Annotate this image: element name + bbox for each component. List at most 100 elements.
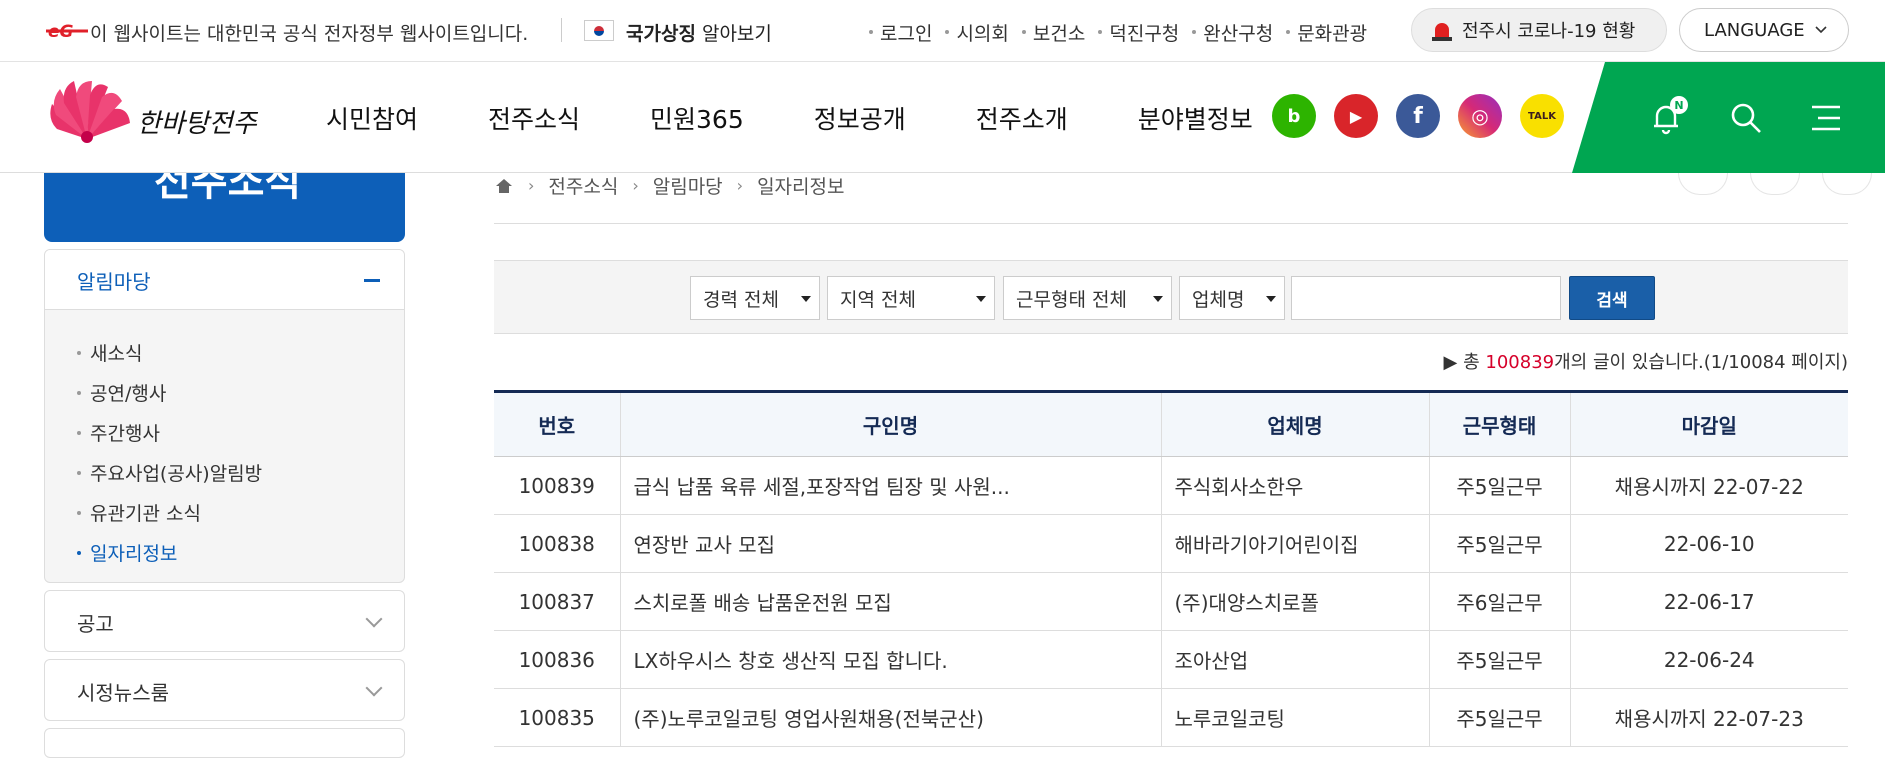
facebook-icon[interactable]: f <box>1396 94 1440 138</box>
worktype-select[interactable]: 근무형태 전체 <box>1003 276 1172 320</box>
nav-disclosure[interactable]: 정보공개 <box>814 100 906 136</box>
cell-deadline: 채용시까지 22-07-23 <box>1569 688 1848 747</box>
chevron-right-icon: › <box>736 176 744 195</box>
site-logo[interactable]: 한바탕전주 <box>42 79 262 159</box>
cell-number: 100838 <box>494 514 620 573</box>
career-select[interactable]: 경력 전체 <box>690 276 820 320</box>
region-select[interactable]: 지역 전체 <box>827 276 995 320</box>
corona-status-button[interactable]: 전주시 코로나-19 현황 <box>1411 8 1667 52</box>
sidebar-item-projects[interactable]: 주요사업(공사)알림방 <box>45 452 404 492</box>
menu-button[interactable] <box>1808 100 1844 136</box>
table-row[interactable]: 100837 스치로폴 배송 납품운전원 모집 (주)대양스치로폴 주6일근무 … <box>494 572 1848 631</box>
worktype-select-value: 근무형태 전체 <box>1016 288 1127 311</box>
divider <box>494 223 1848 224</box>
cell-company: 노루코일코팅 <box>1160 688 1429 747</box>
chevron-right-icon: › <box>632 176 639 195</box>
sidebar-item-weekly[interactable]: 주간행사 <box>45 412 404 452</box>
cell-number: 100836 <box>494 630 620 689</box>
sidebar-item-news[interactable]: 새소식 <box>45 332 404 372</box>
chevron-down-icon <box>1815 26 1827 34</box>
sidebar-submenu: 새소식 공연/행사 주간행사 주요사업(공사)알림방 유관기관 소식 일자리정보 <box>45 310 404 572</box>
language-button[interactable]: LANGUAGE <box>1679 8 1849 52</box>
sidebar-menu-label: 시정뉴스룸 <box>77 681 169 705</box>
table-row[interactable]: 100838 연장반 교사 모집 해바라기아기어린이집 주5일근무 22-06-… <box>494 514 1848 573</box>
nav-citizen[interactable]: 시민참여 <box>326 100 418 136</box>
cell-company: 주식회사소한우 <box>1160 456 1429 515</box>
minus-icon <box>364 279 380 282</box>
breadcrumb-item[interactable]: 알림마당 <box>653 172 723 199</box>
nav-news[interactable]: 전주소식 <box>488 100 580 136</box>
nav-civil[interactable]: 민원365 <box>650 100 744 136</box>
sidebar-item-jobs[interactable]: 일자리정보 <box>45 532 404 572</box>
instagram-icon[interactable]: ◎ <box>1458 94 1502 138</box>
egov-logo-icon: eG <box>46 22 88 42</box>
table-row[interactable]: 100835 (주)노루코일코팅 영업사원채용(전북군산) 노루코일코팅 주5일… <box>494 688 1848 747</box>
utility-panel: N <box>1572 62 1885 173</box>
cell-deadline: 22-06-10 <box>1569 514 1848 573</box>
cell-title-link[interactable]: 급식 납품 육류 세절,포장작업 팀장 및 사원... <box>619 456 1161 515</box>
table-row[interactable]: 100839 급식 납품 육류 세절,포장작업 팀장 및 사원... 주식회사소… <box>494 456 1848 515</box>
fan-logo-icon <box>50 81 130 143</box>
svg-text:eG: eG <box>48 22 74 42</box>
blog-icon[interactable]: b <box>1272 94 1316 138</box>
search-button[interactable] <box>1728 100 1764 136</box>
top-link-login[interactable]: 로그인 <box>868 19 944 46</box>
search-button[interactable]: 검색 <box>1569 276 1655 320</box>
youtube-icon[interactable]: ▶ <box>1334 94 1378 138</box>
home-icon[interactable] <box>494 176 514 196</box>
kakaotalk-icon[interactable]: TALK <box>1520 94 1564 138</box>
search-bar: 경력 전체 지역 전체 근무형태 전체 업체명 검색 <box>494 260 1848 334</box>
chevron-down-icon <box>365 610 383 628</box>
link-icon[interactable] <box>1750 173 1800 195</box>
cell-company: (주)대양스치로폴 <box>1160 572 1429 631</box>
chevron-right-icon: › <box>528 176 535 195</box>
utility-icons <box>1678 173 1872 195</box>
notification-button[interactable]: N <box>1648 96 1688 136</box>
search-icon <box>1731 103 1761 133</box>
sidebar-menu-announcements[interactable]: 공고 <box>44 590 405 652</box>
youtube-glyph: ▶ <box>1349 106 1363 126</box>
cell-title-link[interactable]: (주)노루코일코팅 영업사원채용(전북군산) <box>619 688 1161 747</box>
sidebar-menu-head[interactable]: 알림마당 <box>45 250 404 310</box>
national-symbol-link[interactable]: 국가상징 알아보기 <box>626 19 772 46</box>
breadcrumb: › 전주소식 › 알림마당 › 일자리정보 <box>494 172 844 199</box>
field-select-value: 업체명 <box>1192 288 1245 311</box>
top-link-wansan[interactable]: 완산구청 <box>1191 19 1285 46</box>
share-icon[interactable] <box>1678 173 1728 195</box>
sidebar-menu-newsroom[interactable]: 시정뉴스룸 <box>44 659 405 721</box>
print-icon[interactable] <box>1822 173 1872 195</box>
top-link-deokjin[interactable]: 덕진구청 <box>1097 19 1191 46</box>
search-input[interactable] <box>1291 276 1561 320</box>
cell-worktype: 주5일근무 <box>1428 688 1570 747</box>
cell-company: 조아산업 <box>1160 630 1429 689</box>
symbol-rest: 알아보기 <box>695 23 772 45</box>
sidebar-item-agencies[interactable]: 유관기관 소식 <box>45 492 404 532</box>
nav-fields[interactable]: 분야별정보 <box>1138 100 1253 136</box>
notification-badge: N <box>1670 96 1688 114</box>
korean-flag-icon <box>584 20 614 41</box>
top-link-council[interactable]: 시의회 <box>944 19 1020 46</box>
field-select[interactable]: 업체명 <box>1179 276 1285 320</box>
sidebar-menu-next[interactable] <box>44 728 405 758</box>
gov-notice: 이 웹사이트는 대한민국 공식 전자정부 웹사이트입니다. <box>90 23 529 45</box>
total-prefix: ▶ 총 <box>1443 352 1486 373</box>
col-header-worktype: 근무형태 <box>1428 391 1570 457</box>
blog-glyph: b <box>1287 105 1301 127</box>
breadcrumb-item[interactable]: 전주소식 <box>548 172 618 199</box>
cell-title-link[interactable]: 스치로폴 배송 납품운전원 모집 <box>619 572 1161 631</box>
sidebar-menu-notices: 알림마당 새소식 공연/행사 주간행사 주요사업(공사)알림방 유관기관 소식 … <box>44 249 405 583</box>
cell-worktype: 주5일근무 <box>1428 514 1570 573</box>
sidebar-item-events[interactable]: 공연/행사 <box>45 372 404 412</box>
job-table: 번호 구인명 업체명 근무형태 마감일 100839 급식 납품 육류 세절,포… <box>494 390 1848 747</box>
career-select-value: 경력 전체 <box>703 288 779 311</box>
top-link-health[interactable]: 보건소 <box>1021 19 1097 46</box>
nav-about[interactable]: 전주소개 <box>976 100 1068 136</box>
breadcrumb-current: 일자리정보 <box>757 176 845 198</box>
cell-worktype: 주5일근무 <box>1428 456 1570 515</box>
cell-number: 100839 <box>494 456 620 515</box>
cell-title-link[interactable]: 연장반 교사 모집 <box>619 514 1161 573</box>
cell-title-link[interactable]: LX하우시스 창호 생산직 모집 합니다. <box>619 630 1161 689</box>
total-count: ▶ 총 100839개의 글이 있습니다.(1/10084 페이지) <box>1444 348 1848 374</box>
table-row[interactable]: 100836 LX하우시스 창호 생산직 모집 합니다. 조아산업 주5일근무 … <box>494 630 1848 689</box>
top-link-tourism[interactable]: 문화관광 <box>1285 19 1379 46</box>
